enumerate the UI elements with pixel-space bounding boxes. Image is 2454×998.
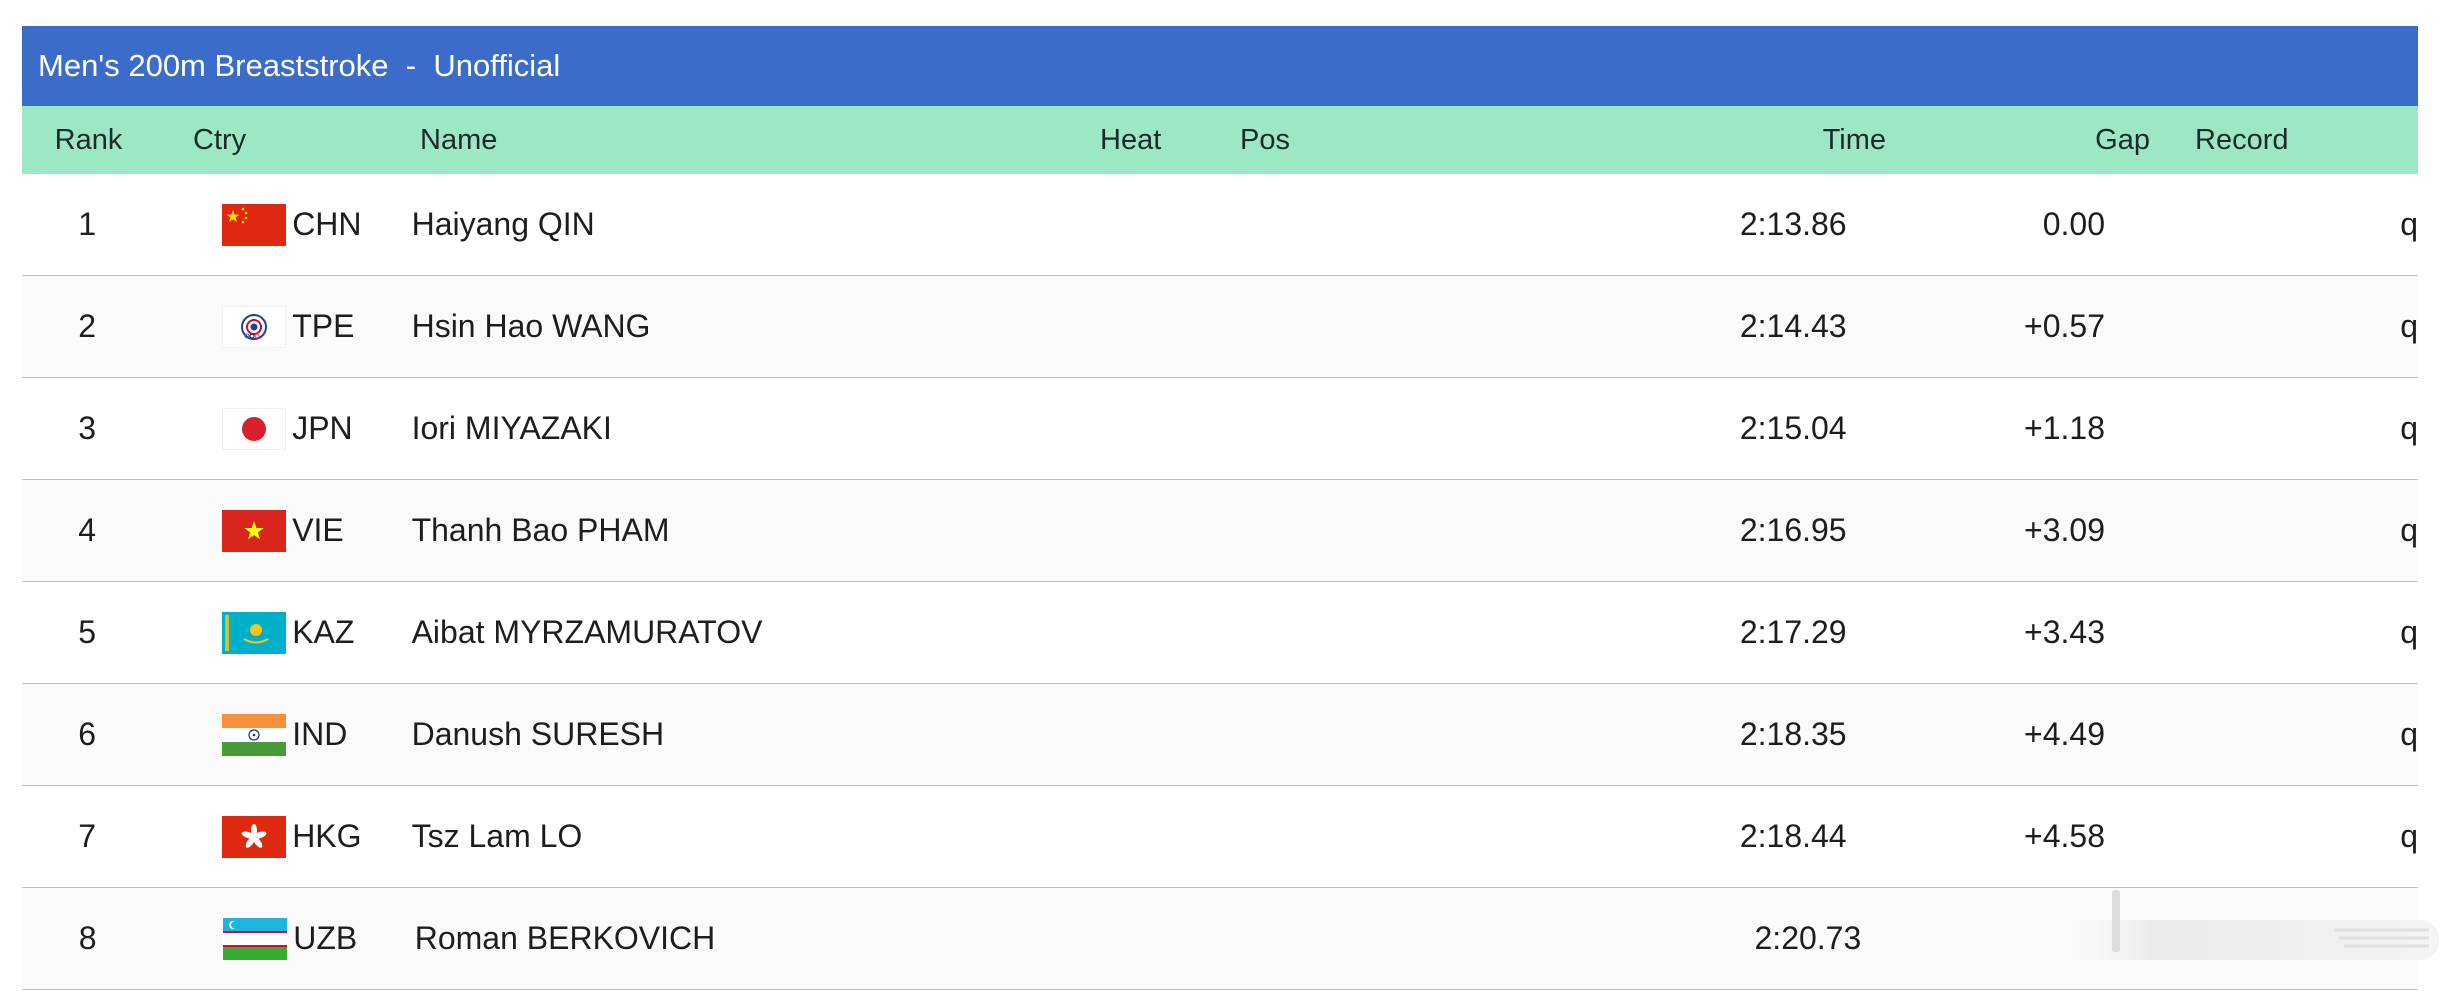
table-row[interactable]: 2 TPE Hsin Hao WANG 2:14.43 +0.57 q bbox=[22, 276, 2418, 378]
time-cell: 2:20.73 bbox=[1754, 920, 1862, 956]
event-name: Men's 200m Breaststroke bbox=[38, 48, 389, 83]
athlete-name[interactable]: Hsin Hao WANG bbox=[412, 308, 1078, 345]
column-header-row: Rank Ctry Name Heat Pos Time Gap Record bbox=[22, 106, 2418, 174]
chinese-taipei-flag-icon bbox=[222, 305, 287, 348]
country-cell: KAZ bbox=[152, 611, 411, 654]
gap-cell: +0.57 bbox=[2024, 308, 2106, 344]
qualified-mark: q bbox=[2400, 716, 2418, 752]
table-row[interactable]: 7 HKG Tsz Lam LO 2:18.44 +4.58 q bbox=[22, 786, 2418, 888]
col-header-heat: Heat bbox=[1100, 123, 1162, 156]
china-flag-icon bbox=[222, 203, 287, 246]
rank-cell: 3 bbox=[78, 410, 96, 446]
country-code: JPN bbox=[292, 410, 353, 446]
col-header-record: Record bbox=[2195, 123, 2289, 156]
time-cell: 2:18.35 bbox=[1739, 716, 1847, 752]
rank-cell: 7 bbox=[78, 818, 96, 854]
athlete-name[interactable]: Thanh Bao PHAM bbox=[412, 512, 1078, 549]
rank-cell: 8 bbox=[78, 920, 97, 956]
gap-cell: +1.18 bbox=[2024, 410, 2106, 446]
rank-cell: 4 bbox=[78, 512, 96, 548]
results-table: Men's 200m Breaststroke - Unofficial Ran… bbox=[22, 26, 2418, 990]
country-cell: CHN bbox=[152, 203, 411, 246]
athlete-name[interactable]: Roman BERKOVICH bbox=[415, 920, 1086, 957]
col-header-time: Time bbox=[1822, 123, 1886, 156]
time-cell: 2:18.44 bbox=[1739, 818, 1847, 854]
country-code: VIE bbox=[292, 512, 344, 548]
country-cell: JPN bbox=[152, 407, 411, 450]
athlete-name[interactable]: Danush SURESH bbox=[412, 716, 1078, 753]
time-cell: 2:16.95 bbox=[1739, 512, 1847, 548]
uzbekistan-flag-icon bbox=[223, 917, 288, 960]
qualified-mark: q bbox=[2400, 614, 2418, 650]
country-code: UZB bbox=[293, 920, 358, 956]
rank-cell: 1 bbox=[78, 206, 96, 242]
table-row[interactable]: 6 IND Danush SURESH 2:18.35 +4.49 q bbox=[22, 684, 2418, 786]
qualified-mark: q bbox=[2400, 818, 2418, 854]
qualified-mark: q bbox=[2400, 410, 2418, 446]
country-code: IND bbox=[292, 716, 348, 752]
event-title-bar: Men's 200m Breaststroke - Unofficial bbox=[22, 26, 2418, 106]
country-code: CHN bbox=[292, 206, 362, 242]
athlete-name[interactable]: Iori MIYAZAKI bbox=[412, 410, 1078, 447]
india-flag-icon bbox=[222, 713, 287, 756]
table-row[interactable]: 3 JPN Iori MIYAZAKI 2:15.04 +1.18 q bbox=[22, 378, 2418, 480]
qualified-mark: q bbox=[2400, 512, 2418, 548]
country-cell: VIE bbox=[152, 509, 411, 552]
vietnam-flag-icon bbox=[222, 509, 287, 552]
country-code: TPE bbox=[292, 308, 355, 344]
country-cell: HKG bbox=[152, 815, 411, 858]
gap-cell: +3.43 bbox=[2024, 614, 2106, 650]
athlete-name[interactable]: Tsz Lam LO bbox=[412, 818, 1078, 855]
qualified-mark: q bbox=[2400, 308, 2418, 344]
time-cell: 2:14.43 bbox=[1739, 308, 1847, 344]
col-header-rank: Rank bbox=[54, 123, 123, 156]
col-header-ctry: Ctry bbox=[193, 123, 247, 156]
table-row[interactable]: 1 CHN Haiyang QIN 2:13.86 0.00 q bbox=[22, 174, 2418, 276]
japan-flag-icon bbox=[222, 407, 287, 450]
athlete-name[interactable]: Aibat MYRZAMURATOV bbox=[412, 614, 1078, 651]
rank-cell: 6 bbox=[78, 716, 96, 752]
country-cell: TPE bbox=[152, 305, 411, 348]
country-cell: UZB bbox=[153, 917, 414, 960]
country-cell: IND bbox=[152, 713, 411, 756]
col-header-pos: Pos bbox=[1240, 123, 1290, 156]
table-row[interactable]: 8 UZB Roman BERKOVICH 2:20.73 bbox=[22, 888, 2418, 990]
athlete-name[interactable]: Haiyang QIN bbox=[412, 206, 1078, 243]
gap-cell: +3.09 bbox=[2024, 512, 2106, 548]
country-code: KAZ bbox=[292, 614, 355, 650]
hong-kong-flag-icon bbox=[222, 815, 287, 858]
country-code: HKG bbox=[292, 818, 362, 854]
table-row[interactable]: 4 VIE Thanh Bao PHAM 2:16.95 +3.09 q bbox=[22, 480, 2418, 582]
rank-cell: 2 bbox=[78, 308, 96, 344]
gap-cell: 0.00 bbox=[2042, 206, 2106, 242]
col-header-name: Name bbox=[420, 123, 498, 156]
table-row[interactable]: 5 KAZ Aibat MYRZAMURATOV 2:17.29 +3.43 q bbox=[22, 582, 2418, 684]
qualified-mark: q bbox=[2400, 206, 2418, 242]
gap-cell: +4.58 bbox=[2024, 818, 2106, 854]
title-separator: - bbox=[405, 48, 417, 83]
gap-cell: +4.49 bbox=[2024, 716, 2106, 752]
time-cell: 2:17.29 bbox=[1739, 614, 1847, 650]
time-cell: 2:15.04 bbox=[1739, 410, 1847, 446]
time-cell: 2:13.86 bbox=[1739, 206, 1847, 242]
col-header-gap: Gap bbox=[2095, 123, 2150, 156]
rank-cell: 5 bbox=[78, 614, 96, 650]
results-status: Unofficial bbox=[433, 48, 561, 83]
kazakhstan-flag-icon bbox=[222, 611, 287, 654]
